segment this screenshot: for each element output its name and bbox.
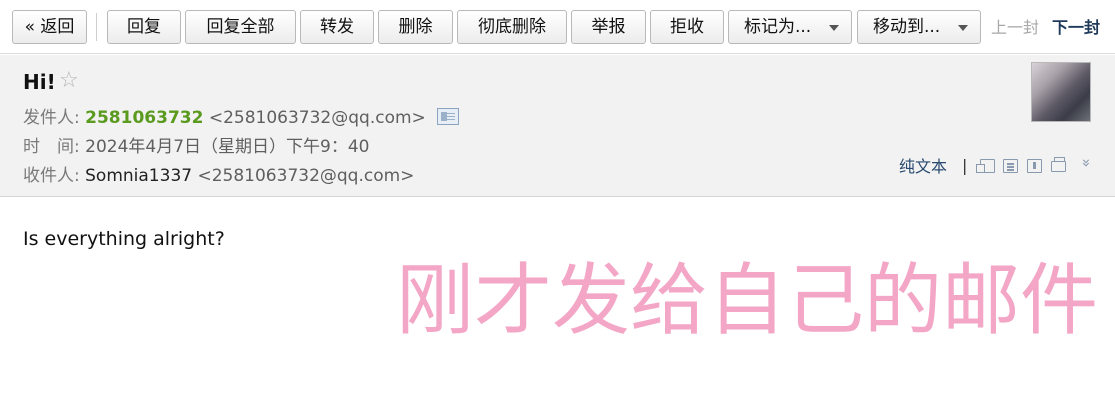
- tools-separator: |: [962, 156, 968, 175]
- delete-permanently-button[interactable]: 彻底删除: [457, 10, 567, 44]
- time-label: 时 间:: [23, 137, 80, 157]
- sender-email: <2581063732@qq.com>: [208, 108, 426, 128]
- reply-button[interactable]: 回复: [107, 10, 181, 44]
- recipient-label: 收件人:: [23, 166, 80, 186]
- sender-name[interactable]: 2581063732: [85, 108, 203, 128]
- mail-body: Is everything alright?: [23, 228, 225, 250]
- delete-button[interactable]: 删除: [378, 10, 453, 44]
- back-button[interactable]: « 返回: [12, 10, 87, 44]
- sender-label: 发件人:: [23, 108, 80, 128]
- recipient-row: 收件人: Somnia1337 <2581063732@qq.com>: [23, 165, 414, 187]
- toolbar: « 返回 回复 回复全部 转发 删除 彻底删除 举报 拒收 标记为... 移动到…: [0, 0, 1115, 54]
- move-to-label: 移动到...: [873, 17, 941, 37]
- mark-as-dropdown[interactable]: 标记为...: [728, 10, 852, 44]
- download-icon[interactable]: [1027, 159, 1042, 173]
- caret-down-icon: [829, 25, 839, 31]
- star-icon[interactable]: ☆: [59, 69, 79, 93]
- recipient-email: <2581063732@qq.com>: [197, 166, 415, 186]
- sender-row: 发件人: 2581063732 <2581063732@qq.com>: [23, 107, 460, 129]
- recipient-name[interactable]: Somnia1337: [85, 166, 192, 186]
- time-value: 2024年4月7日（星期日）下午9：40: [85, 137, 370, 157]
- mark-as-label: 标记为...: [744, 17, 812, 37]
- next-mail-link[interactable]: 下一封: [1052, 18, 1100, 38]
- caret-down-icon: [958, 25, 968, 31]
- reply-all-button[interactable]: 回复全部: [185, 10, 296, 44]
- forward-button[interactable]: 转发: [300, 10, 374, 44]
- reject-button[interactable]: 拒收: [650, 10, 724, 44]
- avatar[interactable]: [1031, 62, 1091, 122]
- notes-icon[interactable]: [1003, 159, 1018, 173]
- overlay-caption: 刚才发给自己的邮件: [396, 256, 1099, 346]
- move-to-dropdown[interactable]: 移动到...: [857, 10, 981, 44]
- mail-header: Hi! ☆ 发件人: 2581063732 <2581063732@qq.com…: [0, 55, 1115, 197]
- new-window-icon[interactable]: [976, 159, 995, 173]
- contact-card-icon[interactable]: [437, 107, 460, 125]
- toolbar-divider: [96, 13, 97, 41]
- expand-icon[interactable]: »: [1078, 158, 1096, 167]
- time-row: 时 间: 2024年4月7日（星期日）下午9：40: [23, 136, 369, 158]
- previous-mail-link[interactable]: 上一封: [991, 18, 1039, 38]
- mail-subject: Hi!: [23, 70, 56, 94]
- plain-text-link[interactable]: 纯文本: [899, 157, 947, 177]
- print-icon[interactable]: [1051, 157, 1066, 172]
- report-button[interactable]: 举报: [571, 10, 646, 44]
